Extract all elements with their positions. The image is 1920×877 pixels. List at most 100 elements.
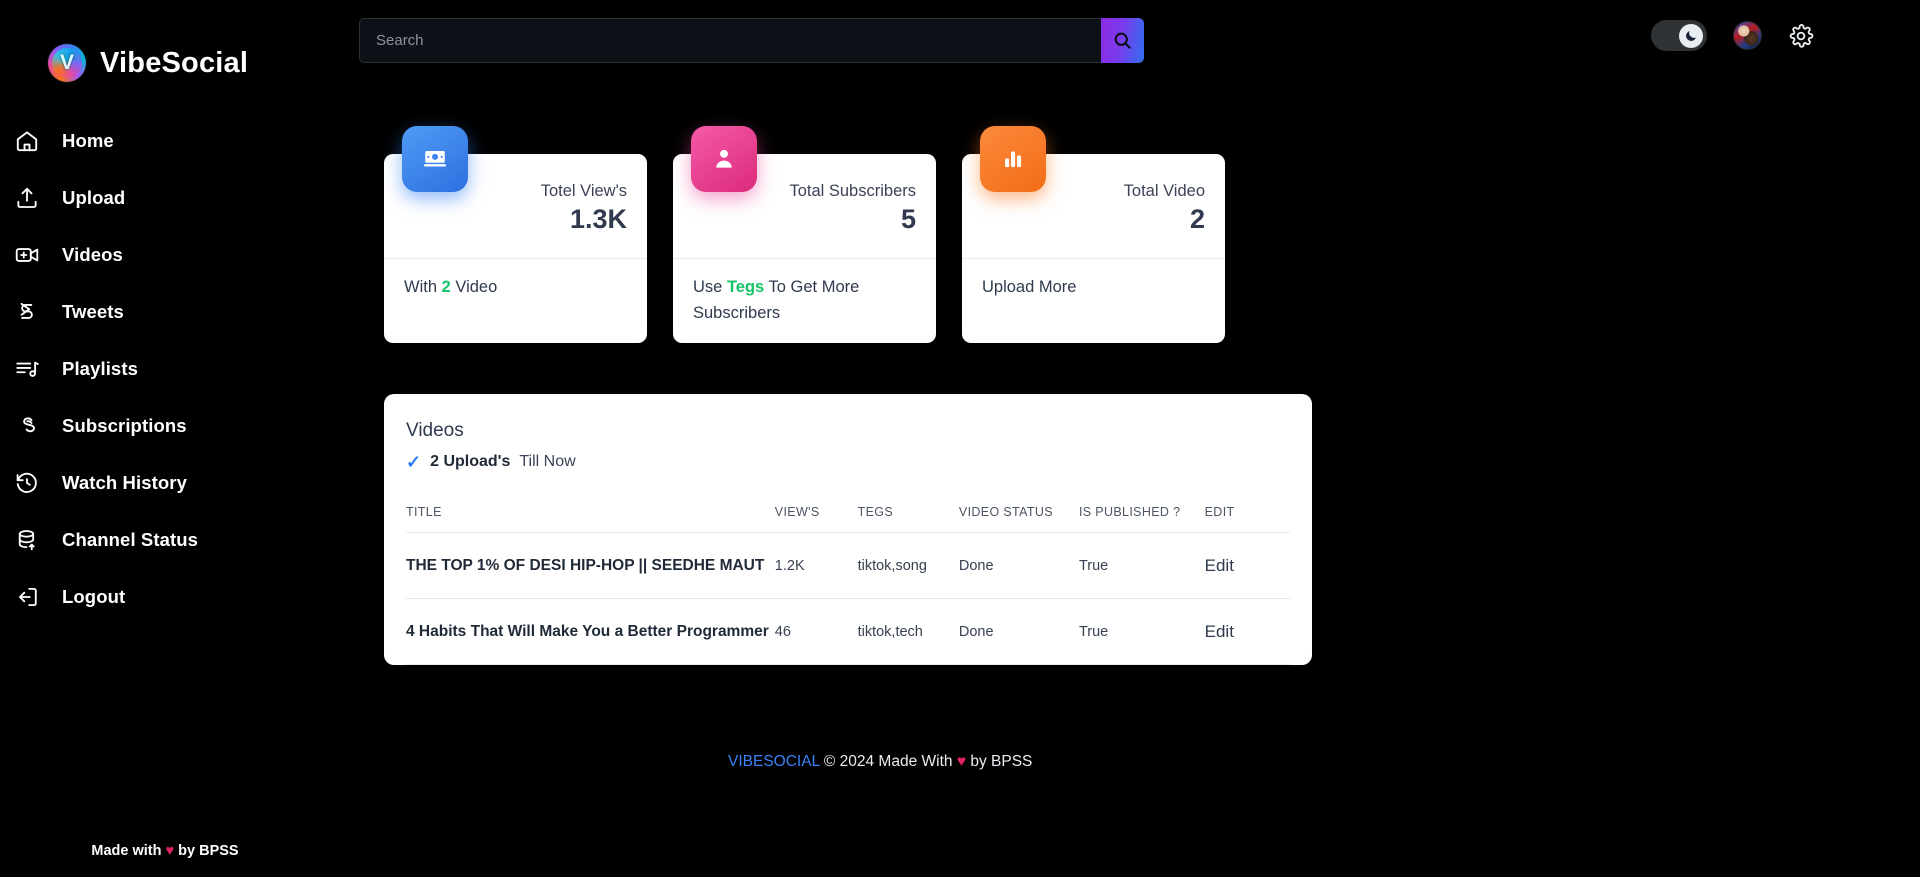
sidebar-item-home[interactable]: Home (0, 112, 330, 169)
database-upload-icon (18, 529, 35, 550)
playlist-music-icon (16, 361, 39, 377)
sidebar-item-label: Home (62, 129, 114, 151)
column-header-title: TITLE (406, 505, 775, 533)
stat-footer-prefix: Upload More (982, 278, 1077, 296)
search-input[interactable] (359, 18, 1101, 63)
check-icon: ✓ (406, 452, 422, 472)
cell-is-published: True (1078, 532, 1205, 599)
videos-panel-title: Videos (406, 420, 464, 441)
monitor-views-icon (402, 126, 468, 192)
stat-value: 2 (1189, 204, 1205, 235)
cell-title: 4 Habits That Will Make You a Better Pro… (406, 598, 775, 665)
heart-icon: ♥ (956, 753, 967, 770)
sidebar-item-tweets[interactable]: Tweets (0, 283, 330, 340)
column-header-edit: EDIT (1204, 505, 1290, 533)
sidebar-item-label: Upload (62, 186, 126, 208)
sidebar-item-label: Tweets (62, 300, 124, 322)
sidebar-item-channel-status[interactable]: Channel Status (0, 511, 330, 568)
stat-card-total-video: Total Video 2 Upload More (962, 126, 1225, 344)
uploads-suffix: Till Now (519, 453, 576, 470)
avatar[interactable] (1733, 21, 1762, 50)
stat-card-total-views: Totel View's 1.3K With 2 Video (384, 126, 647, 344)
uploads-count: 2 Upload's (430, 453, 511, 470)
main-content: Totel View's 1.3K With 2 Video Total Sub… (330, 82, 1920, 877)
stat-footer-suffix: Video (455, 278, 498, 296)
sidebar-item-videos[interactable]: Videos (0, 226, 330, 283)
moon-icon (1686, 30, 1696, 41)
user-icon (691, 126, 757, 192)
stat-label: Totel View's (540, 182, 627, 200)
brand-name: VibeSocial (100, 46, 249, 79)
cell-views: 1.2K (774, 532, 858, 599)
uploads-summary: ✓ 2 Upload's Till Now (406, 453, 1290, 471)
videos-table: TITLE VIEW'S TEGS VIDEO STATUS IS PUBLIS… (406, 505, 1290, 665)
cell-tegs: tiktok,tech (857, 598, 959, 665)
app-root: VibeSocial Home Upload (0, 0, 1920, 877)
stat-footer: Upload More (962, 259, 1225, 318)
home-icon (16, 130, 38, 151)
brand[interactable]: VibeSocial (0, 0, 330, 100)
top-header (330, 0, 1920, 82)
sidebar-item-watch-history[interactable]: Watch History (0, 454, 330, 511)
column-header-status: VIDEO STATUS (958, 505, 1079, 533)
page-footer: VIBESOCIAL © 2024 Made With ♥ by BPSS (728, 753, 1032, 771)
edit-button[interactable]: Edit (1204, 598, 1290, 665)
sidebar-item-playlists[interactable]: Playlists (0, 340, 330, 397)
search-icon (1114, 32, 1131, 49)
edit-button[interactable]: Edit (1204, 532, 1290, 599)
sidebar-item-logout[interactable]: Logout (0, 568, 330, 625)
cell-views: 46 (774, 598, 858, 665)
stat-footer-prefix: Use (693, 278, 723, 296)
sidebar-footer: Made with ♥ by BPSS (0, 843, 330, 859)
column-header-views: VIEW'S (774, 505, 858, 533)
footer-by: by BPSS (970, 753, 1033, 770)
bar-chart-icon (980, 126, 1046, 192)
video-camera-icon (15, 247, 39, 262)
sidebar: VibeSocial Home Upload (0, 0, 330, 877)
footer-copyright: © 2024 Made With (823, 753, 953, 770)
toggle-knob (1679, 23, 1703, 48)
monitor-views-glyph (424, 151, 446, 167)
tweets-icon (20, 302, 33, 319)
videos-table-body: THE TOP 1% OF DESI HIP-HOP || SEEDHE MAU… (406, 532, 1290, 665)
footer-brand-link[interactable]: VIBESOCIAL (728, 753, 820, 770)
stat-value: 5 (900, 204, 916, 235)
sidebar-item-subscriptions[interactable]: Subscriptions (0, 397, 330, 454)
heart-icon: ♥ (165, 843, 175, 859)
sidebar-item-label: Subscriptions (62, 414, 187, 436)
bar-chart-glyph (1005, 151, 1022, 168)
history-clock-icon (16, 472, 37, 493)
vibesocial-logo-icon (48, 44, 86, 82)
sidebar-nav: Home Upload Videos Tweets Playlists Subs… (0, 112, 330, 625)
search-button[interactable] (1101, 18, 1144, 63)
stat-footer: With 2 Video (384, 259, 647, 318)
column-header-published: IS PUBLISHED ? (1078, 505, 1205, 533)
sidebar-item-label: Logout (62, 585, 126, 607)
gear-icon[interactable] (1788, 23, 1814, 49)
stats-row: Totel View's 1.3K With 2 Video Total Sub… (384, 126, 1225, 344)
stat-value: 1.3K (569, 204, 627, 235)
stat-label: Total Subscribers (789, 182, 916, 200)
header-actions (1651, 20, 1814, 51)
cell-title: THE TOP 1% OF DESI HIP-HOP || SEEDHE MAU… (406, 532, 775, 599)
videos-table-head: TITLE VIEW'S TEGS VIDEO STATUS IS PUBLIS… (406, 505, 1290, 533)
stat-label: Total Video (1123, 182, 1205, 200)
cell-video-status: Done (958, 532, 1079, 599)
videos-panel: Videos ✓ 2 Upload's Till Now TITLE VIEW'… (384, 394, 1312, 665)
table-row[interactable]: 4 Habits That Will Make You a Better Pro… (406, 598, 1290, 665)
column-header-tegs: TEGS (857, 505, 959, 533)
table-row[interactable]: THE TOP 1% OF DESI HIP-HOP || SEEDHE MAU… (406, 532, 1290, 599)
stat-footer-prefix: With (404, 278, 437, 296)
logout-icon (19, 587, 37, 606)
stat-card-total-subscribers: Total Subscribers 5 Use Tegs To Get More… (673, 126, 936, 344)
upload-icon (17, 187, 37, 208)
dark-mode-toggle[interactable] (1651, 20, 1707, 51)
sidebar-item-upload[interactable]: Upload (0, 169, 330, 226)
subscriptions-icon (23, 416, 35, 432)
cell-is-published: True (1078, 598, 1205, 665)
stat-footer-highlight: Tegs (726, 278, 765, 296)
sidebar-item-label: Videos (62, 243, 123, 265)
sidebar-item-label: Playlists (62, 357, 138, 379)
made-with-suffix: by BPSS (178, 843, 239, 859)
cell-video-status: Done (958, 598, 1079, 665)
